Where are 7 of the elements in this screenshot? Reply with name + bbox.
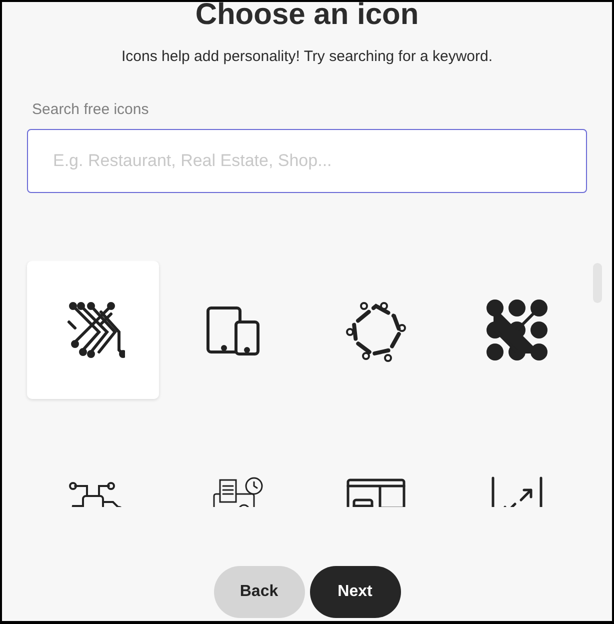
- subtitle: Icons help add personality! Try searching for a keyword.: [121, 47, 493, 67]
- back-button[interactable]: Back: [214, 566, 304, 618]
- icon-option[interactable]: [27, 261, 159, 399]
- dot-grid-icon: [484, 298, 549, 362]
- search-label: Search free icons: [32, 100, 150, 120]
- dialog-title: Choose an icon: [195, 2, 419, 32]
- next-button[interactable]: Next: [310, 566, 400, 618]
